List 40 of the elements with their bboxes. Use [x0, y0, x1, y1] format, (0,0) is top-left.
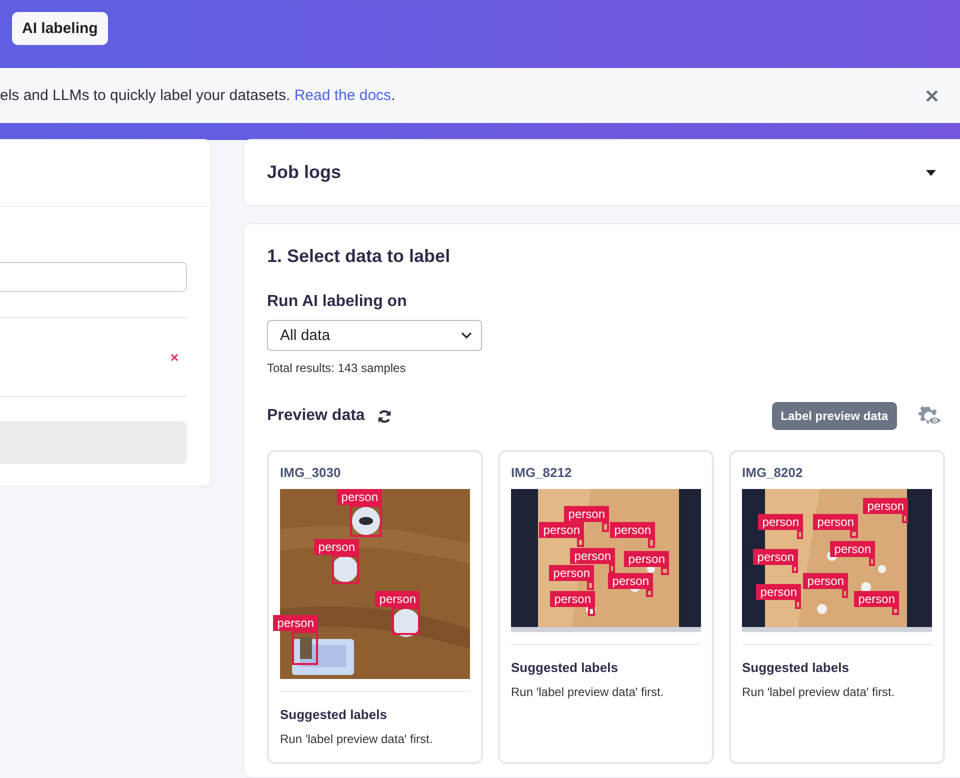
banner-text: els and LLMs to quickly label your datasets. Read the docs. — [0, 87, 396, 104]
detection-label: person — [830, 541, 875, 557]
detection-label: person — [539, 522, 584, 538]
image-name: IMG_3030 — [280, 465, 342, 480]
detection-label: person — [624, 551, 669, 567]
label-preview-button[interactable]: Label preview data — [772, 402, 897, 430]
detection-label: person — [550, 591, 595, 607]
detection-label: person — [756, 584, 801, 600]
detection-label: person — [273, 615, 318, 631]
detection-label: person — [863, 498, 908, 514]
section-title: 1. Select data to label — [267, 246, 452, 267]
total-results: Total results: 143 samples — [267, 361, 407, 375]
detection-label: person — [570, 548, 615, 564]
suggested-text: Run 'label preview data' first. — [742, 685, 896, 699]
detection-label: person — [610, 522, 655, 538]
tab[interactable]: AI labeling — [12, 12, 108, 44]
detection-label: person — [375, 591, 420, 607]
data-select[interactable]: All data — [267, 320, 482, 351]
detection-label: person — [813, 514, 858, 530]
suggested-title: Suggested labels — [280, 707, 388, 722]
suggested-title: Suggested labels — [511, 660, 619, 675]
section-title: Job logs — [267, 162, 342, 183]
detection-label: person — [564, 506, 609, 522]
detection-label: person — [854, 591, 899, 607]
detection-label: person — [803, 573, 848, 589]
suggested-text: Run 'label preview data' first. — [280, 732, 434, 746]
suggested-text: Run 'label preview data' first. — [511, 685, 665, 699]
detection-label: person — [337, 489, 382, 505]
job-logs-panel[interactable]: Job logs — [243, 139, 960, 206]
detection-label: person — [314, 539, 359, 555]
suggested-title: Suggested labels — [742, 660, 850, 675]
detection-label: person — [758, 514, 803, 530]
detection-label: person — [753, 549, 798, 565]
preview-title: Preview data — [267, 407, 365, 425]
detection-label: person — [608, 573, 653, 589]
detection-label: person — [549, 565, 594, 581]
field-label: Run AI labeling on — [267, 293, 408, 311]
image-name: IMG_8202 — [742, 465, 804, 480]
docs-link[interactable]: Read the docs — [294, 87, 392, 104]
image-name: IMG_8212 — [511, 465, 573, 480]
